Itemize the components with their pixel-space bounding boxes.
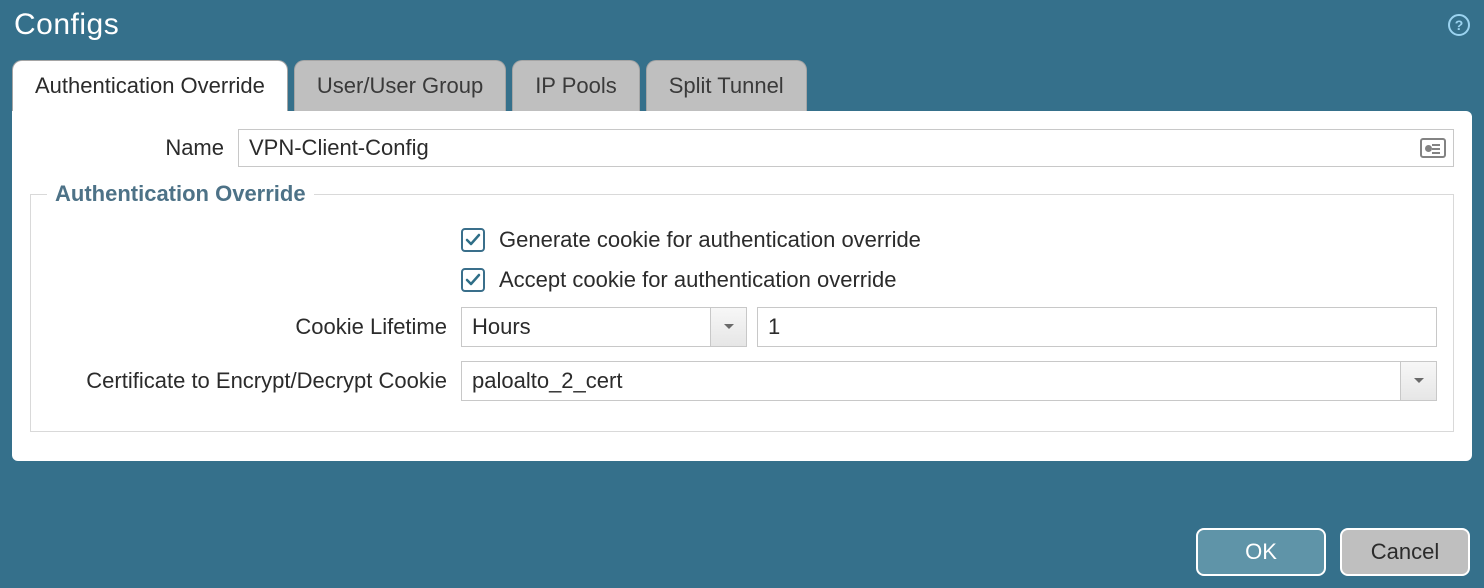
group-legend: Authentication Override [47, 181, 314, 207]
generate-cookie-checkbox[interactable] [461, 228, 485, 252]
tab-split-tunnel[interactable]: Split Tunnel [646, 60, 807, 111]
tab-authentication-override[interactable]: Authentication Override [12, 60, 288, 111]
cookie-lifetime-unit-select[interactable]: Hours [461, 307, 747, 347]
cookie-lifetime-value-input[interactable] [757, 307, 1437, 347]
dialog-footer: OK Cancel [1196, 528, 1470, 576]
id-card-icon[interactable] [1420, 138, 1446, 158]
dialog-titlebar: Configs ? [0, 0, 1484, 60]
name-label: Name [30, 135, 238, 161]
cancel-button[interactable]: Cancel [1340, 528, 1470, 576]
tab-bar: Authentication Override User/User Group … [0, 60, 1484, 111]
name-row: Name [30, 129, 1454, 167]
certificate-select[interactable]: paloalto_2_cert [461, 361, 1437, 401]
certificate-label: Certificate to Encrypt/Decrypt Cookie [47, 368, 461, 394]
cookie-lifetime-row: Cookie Lifetime Hours [47, 307, 1437, 347]
cookie-lifetime-label: Cookie Lifetime [47, 314, 461, 340]
tab-ip-pools[interactable]: IP Pools [512, 60, 640, 111]
generate-cookie-label: Generate cookie for authentication overr… [499, 227, 921, 253]
name-input[interactable] [238, 129, 1454, 167]
generate-cookie-row: Generate cookie for authentication overr… [47, 227, 1437, 253]
certificate-row: Certificate to Encrypt/Decrypt Cookie pa… [47, 361, 1437, 401]
accept-cookie-row: Accept cookie for authentication overrid… [47, 267, 1437, 293]
help-icon[interactable]: ? [1448, 14, 1470, 36]
accept-cookie-label: Accept cookie for authentication overrid… [499, 267, 896, 293]
tab-panel: Name Authentication Override Generate co… [12, 111, 1472, 461]
accept-cookie-checkbox[interactable] [461, 268, 485, 292]
dialog-title: Configs [14, 8, 119, 42]
tab-user-user-group[interactable]: User/User Group [294, 60, 506, 111]
authentication-override-group: Authentication Override Generate cookie … [30, 181, 1454, 432]
chevron-down-icon [1400, 362, 1436, 400]
configs-dialog: Configs ? Authentication Override User/U… [0, 0, 1484, 588]
chevron-down-icon [710, 308, 746, 346]
ok-button[interactable]: OK [1196, 528, 1326, 576]
